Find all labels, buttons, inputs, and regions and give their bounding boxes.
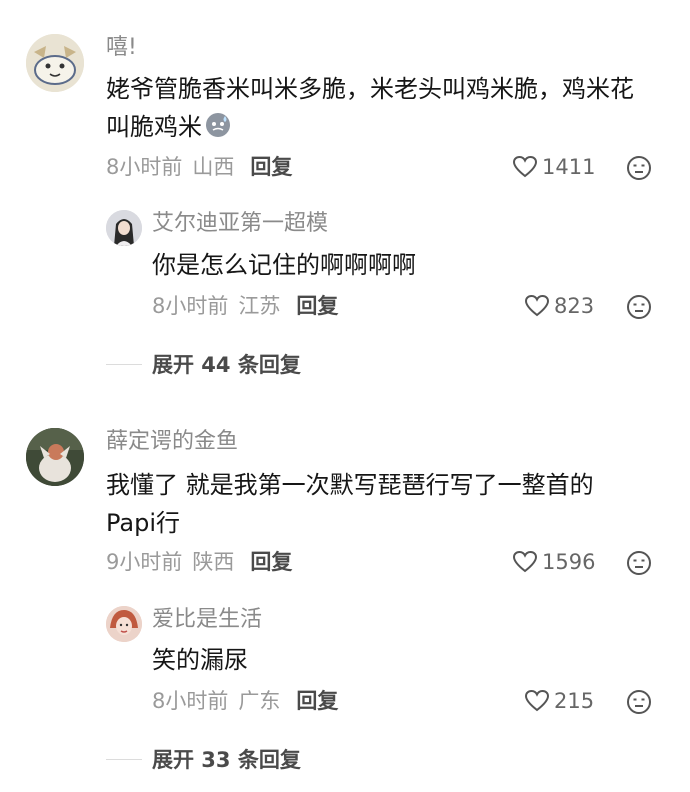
reply-time: 8小时前 <box>152 689 229 713</box>
person-avatar-icon <box>106 210 142 246</box>
comment-username[interactable]: 嘻! <box>106 34 137 62</box>
reply-button[interactable]: 回复 <box>296 689 338 713</box>
user-avatar[interactable] <box>26 34 84 92</box>
unimpressed-face-icon <box>627 156 651 180</box>
comment-text-content: 姥爷管脆香米叫米多脆，米老头叫鸡米脆，鸡米花叫脆鸡米 <box>106 75 634 141</box>
unimpressed-face-icon <box>627 551 651 575</box>
reply-location: 广东 <box>238 689 281 713</box>
reply-text: 笑的漏尿 <box>152 646 248 674</box>
reply-meta: 8小时前 江苏 回复 <box>152 292 338 320</box>
reply-meta: 8小时前 广东 回复 <box>152 687 338 715</box>
user-avatar[interactable] <box>26 428 84 486</box>
comment-text: 姥爷管脆香米叫米多脆，米老头叫鸡米脆，鸡米花叫脆鸡米 <box>106 70 656 150</box>
expand-replies-label: 展开 33 条回复 <box>152 748 301 772</box>
sweat-face-icon <box>204 111 232 150</box>
dislike-button[interactable] <box>626 689 652 719</box>
reply-username[interactable]: 爱比是生活 <box>152 606 262 634</box>
dislike-button[interactable] <box>626 294 652 324</box>
reply-location: 江苏 <box>238 294 281 318</box>
expand-replies-button[interactable]: 展开 44 条回复 <box>106 349 301 379</box>
reply-time: 8小时前 <box>152 294 229 318</box>
reply-button[interactable]: 回复 <box>250 155 292 179</box>
unimpressed-face-icon <box>627 295 651 319</box>
dislike-button[interactable] <box>626 155 652 185</box>
like-count: 1596 <box>542 550 596 574</box>
cartoon-avatar-icon <box>26 34 84 92</box>
comment-location: 山西 <box>192 155 235 179</box>
like-button[interactable]: 1411 <box>512 153 595 181</box>
comment-meta: 8小时前 山西 回复 <box>106 153 292 181</box>
reply-button[interactable]: 回复 <box>250 550 292 574</box>
reply-text: 你是怎么记住的啊啊啊啊 <box>152 251 416 279</box>
heart-icon <box>524 294 550 317</box>
reply-button[interactable]: 回复 <box>296 294 338 318</box>
divider-line <box>106 363 142 365</box>
cat-avatar-icon <box>26 428 84 486</box>
like-count: 215 <box>554 689 595 713</box>
person-avatar-icon <box>106 606 142 642</box>
like-button[interactable]: 215 <box>524 687 594 715</box>
divider-line <box>106 758 142 760</box>
reply-avatar[interactable] <box>106 606 142 642</box>
reply-avatar[interactable] <box>106 210 142 246</box>
heart-icon <box>524 689 550 712</box>
like-count: 1411 <box>542 155 596 179</box>
expand-replies-label: 展开 44 条回复 <box>152 353 301 377</box>
heart-icon <box>512 155 538 178</box>
comment-text: 我懂了 就是我第一次默写琵琶行写了一整首的Papi行 <box>106 471 594 537</box>
comment-location: 陕西 <box>192 550 235 574</box>
dislike-button[interactable] <box>626 550 652 580</box>
like-button[interactable]: 1596 <box>512 548 595 576</box>
like-count: 823 <box>554 294 595 318</box>
comment-time: 8小时前 <box>106 155 183 179</box>
unimpressed-face-icon <box>627 690 651 714</box>
comment-username[interactable]: 薛定谔的金鱼 <box>106 428 238 456</box>
like-button[interactable]: 823 <box>524 292 594 320</box>
comment-meta: 9小时前 陕西 回复 <box>106 548 292 576</box>
heart-icon <box>512 550 538 573</box>
comment-time: 9小时前 <box>106 550 183 574</box>
reply-username[interactable]: 艾尔迪亚第一超模 <box>152 210 328 238</box>
expand-replies-button[interactable]: 展开 33 条回复 <box>106 744 301 774</box>
